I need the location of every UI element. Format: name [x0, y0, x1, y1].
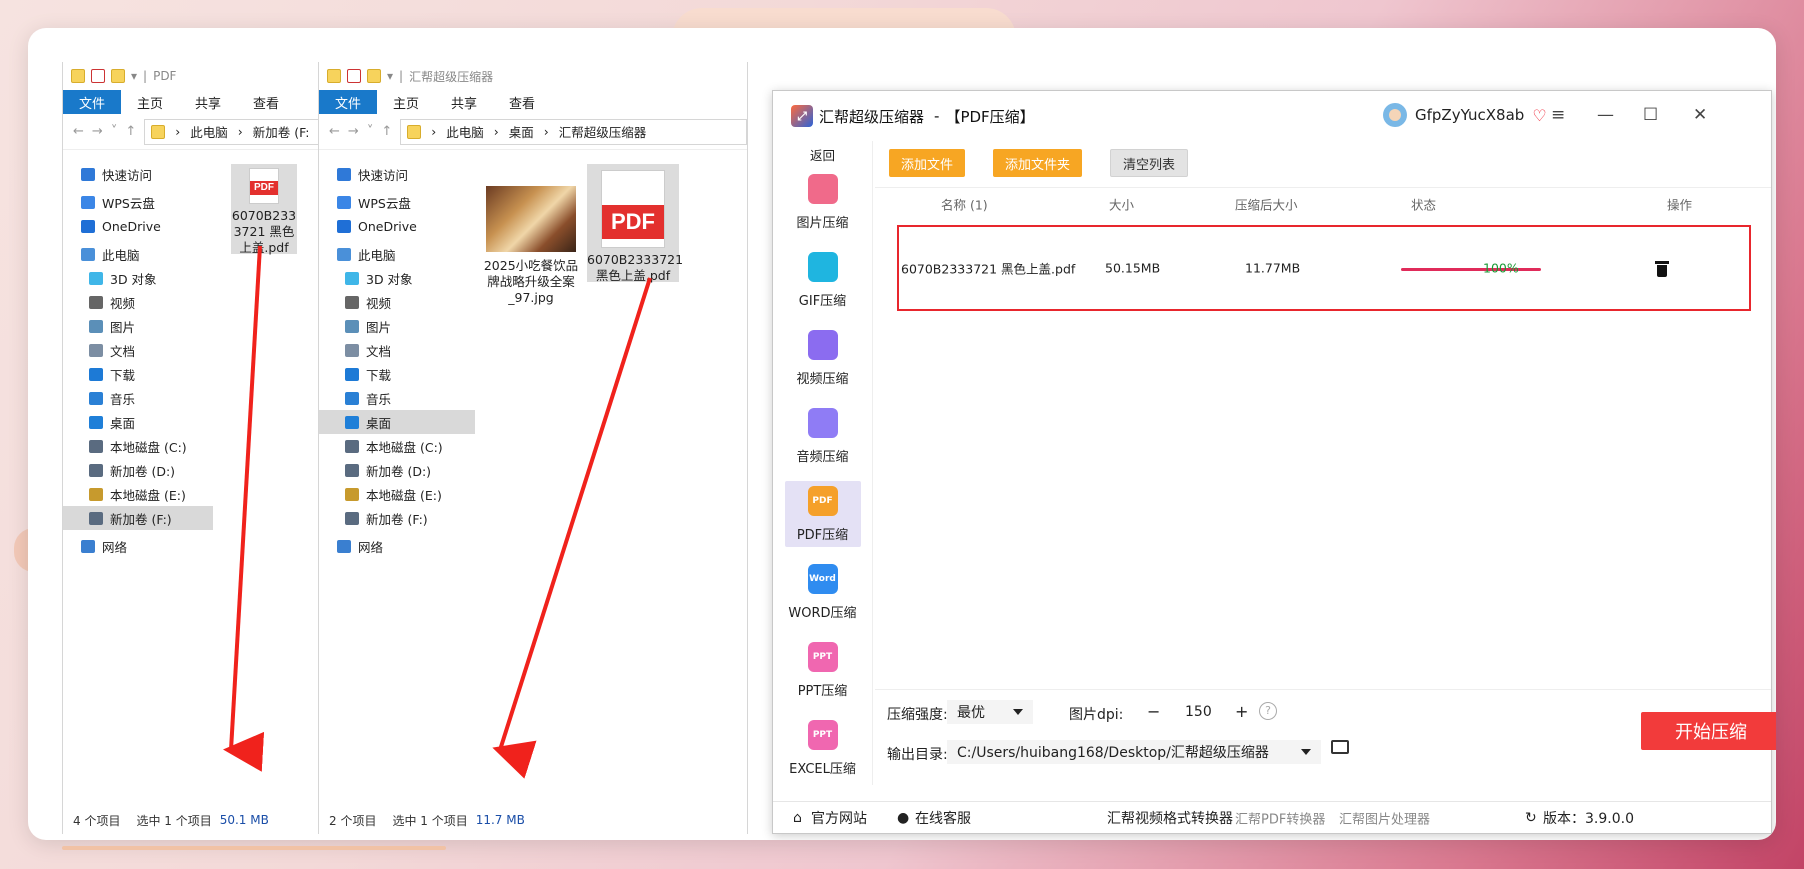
decorative-strip [62, 846, 446, 850]
annotation-arrows [223, 245, 652, 779]
screenshot-card: ▾ | PDF 文件 主页 共享 查看 ← → ˅ ↑ › 此电脑 › 新加卷 … [28, 28, 1776, 840]
arrow-to-f-drive-size [223, 245, 265, 772]
arrow-to-output-size [492, 277, 652, 779]
